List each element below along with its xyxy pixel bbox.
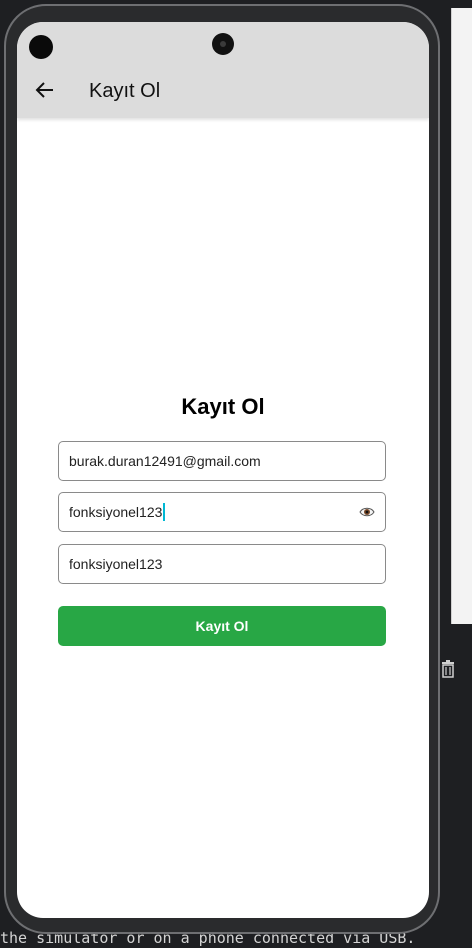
- password-value-wrap: fonksiyonel123: [69, 493, 166, 531]
- ide-side-panel: [451, 8, 472, 624]
- register-button[interactable]: Kayıt Ol: [58, 606, 386, 646]
- confirm-password-value: fonksiyonel123: [69, 556, 163, 572]
- form-heading: Kayıt Ol: [181, 394, 265, 419]
- trash-icon[interactable]: [440, 660, 456, 680]
- app-screen: Kayıt Ol Kayıt Ol burak.duran12491@gmail…: [17, 22, 429, 918]
- app-bar: Kayıt Ol: [17, 22, 429, 118]
- email-value: burak.duran12491@gmail.com: [69, 453, 261, 469]
- password-value: fonksiyonel123: [69, 504, 163, 520]
- email-field[interactable]: burak.duran12491@gmail.com: [58, 441, 386, 481]
- arrow-left-icon: [35, 82, 53, 98]
- password-field[interactable]: fonksiyonel123: [58, 492, 386, 532]
- camera-cutout: [29, 35, 53, 59]
- eye-icon[interactable]: [359, 504, 375, 520]
- text-caret: [163, 502, 166, 521]
- page-title: Kayıt Ol: [89, 80, 161, 102]
- confirm-password-field[interactable]: fonksiyonel123: [58, 544, 386, 584]
- back-button[interactable]: [31, 76, 59, 104]
- front-camera: [212, 33, 234, 55]
